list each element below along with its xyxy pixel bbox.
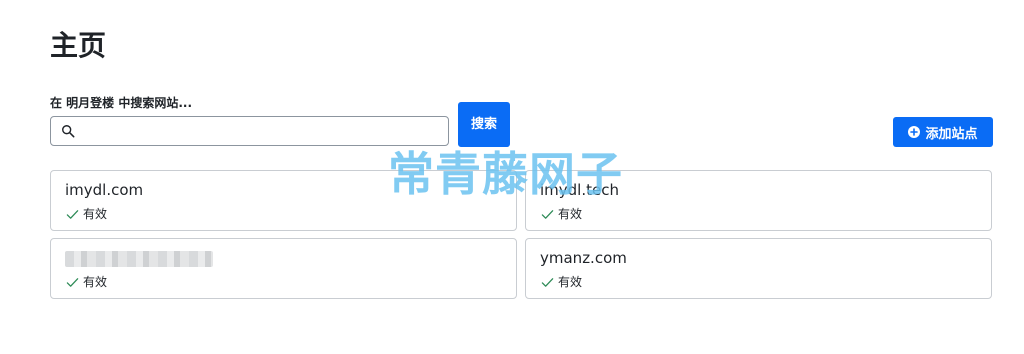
search-button[interactable]: 搜索 [458, 102, 510, 147]
search-box[interactable] [50, 116, 449, 146]
site-name: ymanz.com [540, 249, 627, 267]
add-site-label: 添加站点 [925, 126, 978, 142]
site-card[interactable]: imydl.com 有效 [50, 170, 517, 231]
check-icon [66, 277, 79, 287]
site-name: imydl.com [65, 181, 144, 199]
search-label: 在 明月登楼 中搜索网站... [50, 96, 193, 110]
search-icon [62, 125, 75, 138]
page: 主页 在 明月登楼 中搜索网站... 搜索 添加站点 imydl.com 有效 … [0, 0, 1024, 354]
site-status-label: 有效 [83, 207, 108, 221]
site-name: imydl.tech [540, 181, 619, 199]
site-card[interactable]: 有效 [50, 238, 517, 299]
check-icon [541, 209, 554, 219]
add-site-button[interactable]: 添加站点 [893, 117, 993, 147]
masked-site-name [65, 251, 213, 267]
search-input[interactable] [81, 117, 441, 145]
check-icon [66, 209, 79, 219]
site-status: 有效 [66, 274, 107, 290]
site-card[interactable]: imydl.tech 有效 [525, 170, 992, 231]
site-status-label: 有效 [558, 275, 583, 289]
site-status: 有效 [66, 206, 107, 222]
page-title: 主页 [50, 29, 107, 62]
plus-circle-icon [908, 126, 921, 138]
site-card[interactable]: ymanz.com 有效 [525, 238, 992, 299]
check-icon [541, 277, 554, 287]
site-status: 有效 [541, 274, 582, 290]
site-status: 有效 [541, 206, 582, 222]
site-status-label: 有效 [83, 275, 108, 289]
site-status-label: 有效 [558, 207, 583, 221]
